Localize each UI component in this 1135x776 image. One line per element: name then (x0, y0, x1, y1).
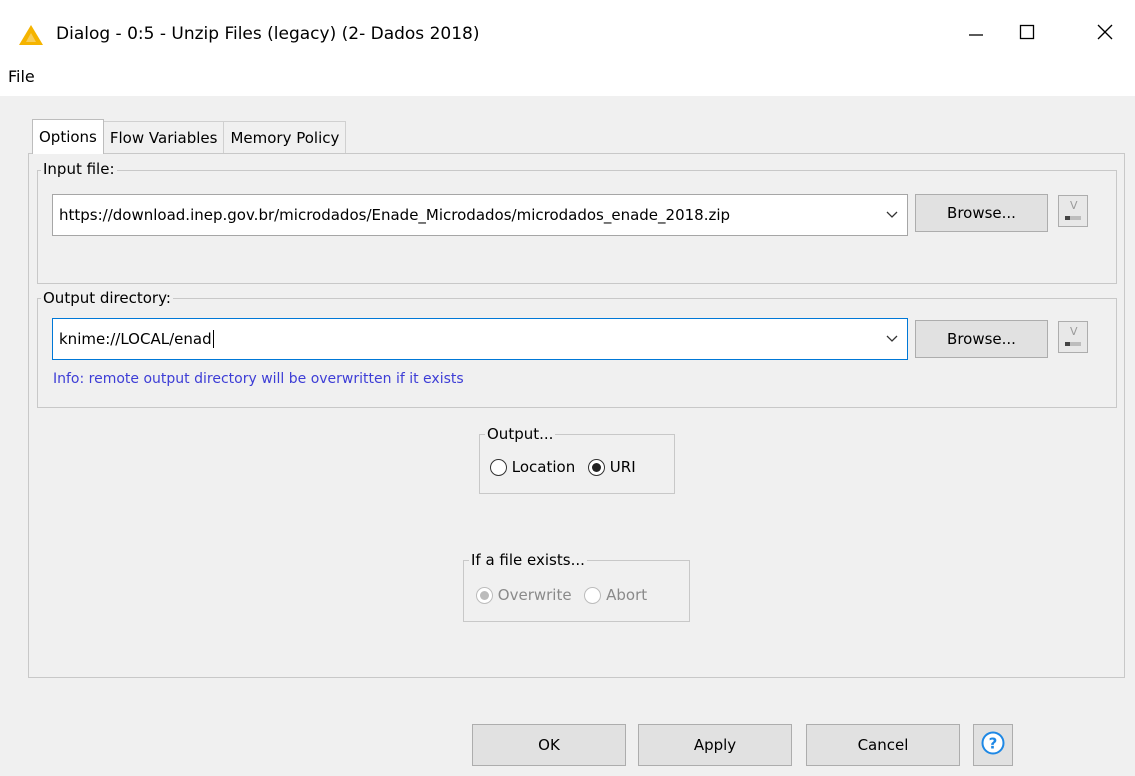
menu-file[interactable]: File (8, 67, 35, 86)
output-directory-info: Info: remote output directory will be ov… (53, 371, 464, 387)
overwrite-radio-option: Overwrite (476, 586, 576, 604)
uri-radio[interactable] (588, 459, 606, 476)
input-file-value[interactable]: https://download.inep.gov.br/microdados/… (59, 195, 730, 235)
help-button[interactable]: ? (973, 724, 1013, 766)
tab-flow-variables[interactable]: Flow Variables (102, 121, 225, 154)
uri-radio-option[interactable]: URI (588, 458, 636, 476)
output-directory-flow-variable-button[interactable]: V (1058, 321, 1088, 353)
svg-text:V: V (1070, 325, 1078, 338)
location-radio-option[interactable]: Location (490, 458, 580, 476)
uri-radio-label[interactable]: URI (610, 458, 636, 476)
output-mode-label: Output... (485, 425, 556, 443)
chevron-down-icon[interactable] (885, 332, 899, 346)
input-file-browse-button[interactable]: Browse... (915, 194, 1048, 232)
overwrite-radio (476, 587, 493, 604)
abort-radio (584, 587, 602, 604)
maximize-button[interactable] (1004, 14, 1050, 54)
abort-radio-option: Abort (584, 586, 647, 604)
file-exists-options: Overwrite Abort (476, 586, 647, 604)
close-button[interactable] (1082, 14, 1128, 54)
output-directory-label: Output directory: (41, 289, 173, 307)
apply-button[interactable]: Apply (638, 724, 792, 766)
file-exists-label: If a file exists... (469, 551, 587, 569)
warning-triangle-icon (18, 24, 44, 46)
minimize-button[interactable] (953, 14, 999, 54)
abort-radio-label: Abort (606, 586, 648, 604)
output-directory-value[interactable]: knime://LOCAL/enad (59, 319, 214, 359)
text-cursor (212, 330, 214, 348)
output-directory-browse-button[interactable]: Browse... (915, 320, 1048, 358)
close-icon (1097, 24, 1113, 44)
help-icon: ? (981, 731, 1005, 759)
minimize-icon (968, 24, 984, 44)
location-radio-label[interactable]: Location (512, 458, 575, 476)
maximize-icon (1019, 24, 1035, 44)
flow-variable-icon: V (1059, 322, 1087, 356)
tab-options[interactable]: Options (32, 119, 104, 154)
tab-memory-policy[interactable]: Memory Policy (223, 121, 347, 154)
overwrite-radio-label: Overwrite (497, 586, 572, 604)
flow-variable-icon: V (1059, 196, 1087, 230)
input-file-label: Input file: (41, 160, 117, 178)
chevron-down-icon[interactable] (885, 208, 899, 222)
ok-button[interactable]: OK (472, 724, 626, 766)
input-file-combo[interactable]: https://download.inep.gov.br/microdados/… (52, 194, 908, 236)
svg-text:V: V (1070, 199, 1078, 212)
output-directory-combo[interactable]: knime://LOCAL/enad (52, 318, 908, 360)
svg-text:?: ? (989, 735, 998, 753)
location-radio[interactable] (490, 459, 507, 476)
tab-bar: Options Flow Variables Memory Policy (32, 119, 347, 155)
input-file-flow-variable-button[interactable]: V (1058, 195, 1088, 227)
window-title: Dialog - 0:5 - Unzip Files (legacy) (2- … (56, 24, 480, 44)
cancel-button[interactable]: Cancel (806, 724, 960, 766)
output-mode-options: Location URI (490, 458, 636, 476)
menu-bar (0, 64, 1135, 96)
